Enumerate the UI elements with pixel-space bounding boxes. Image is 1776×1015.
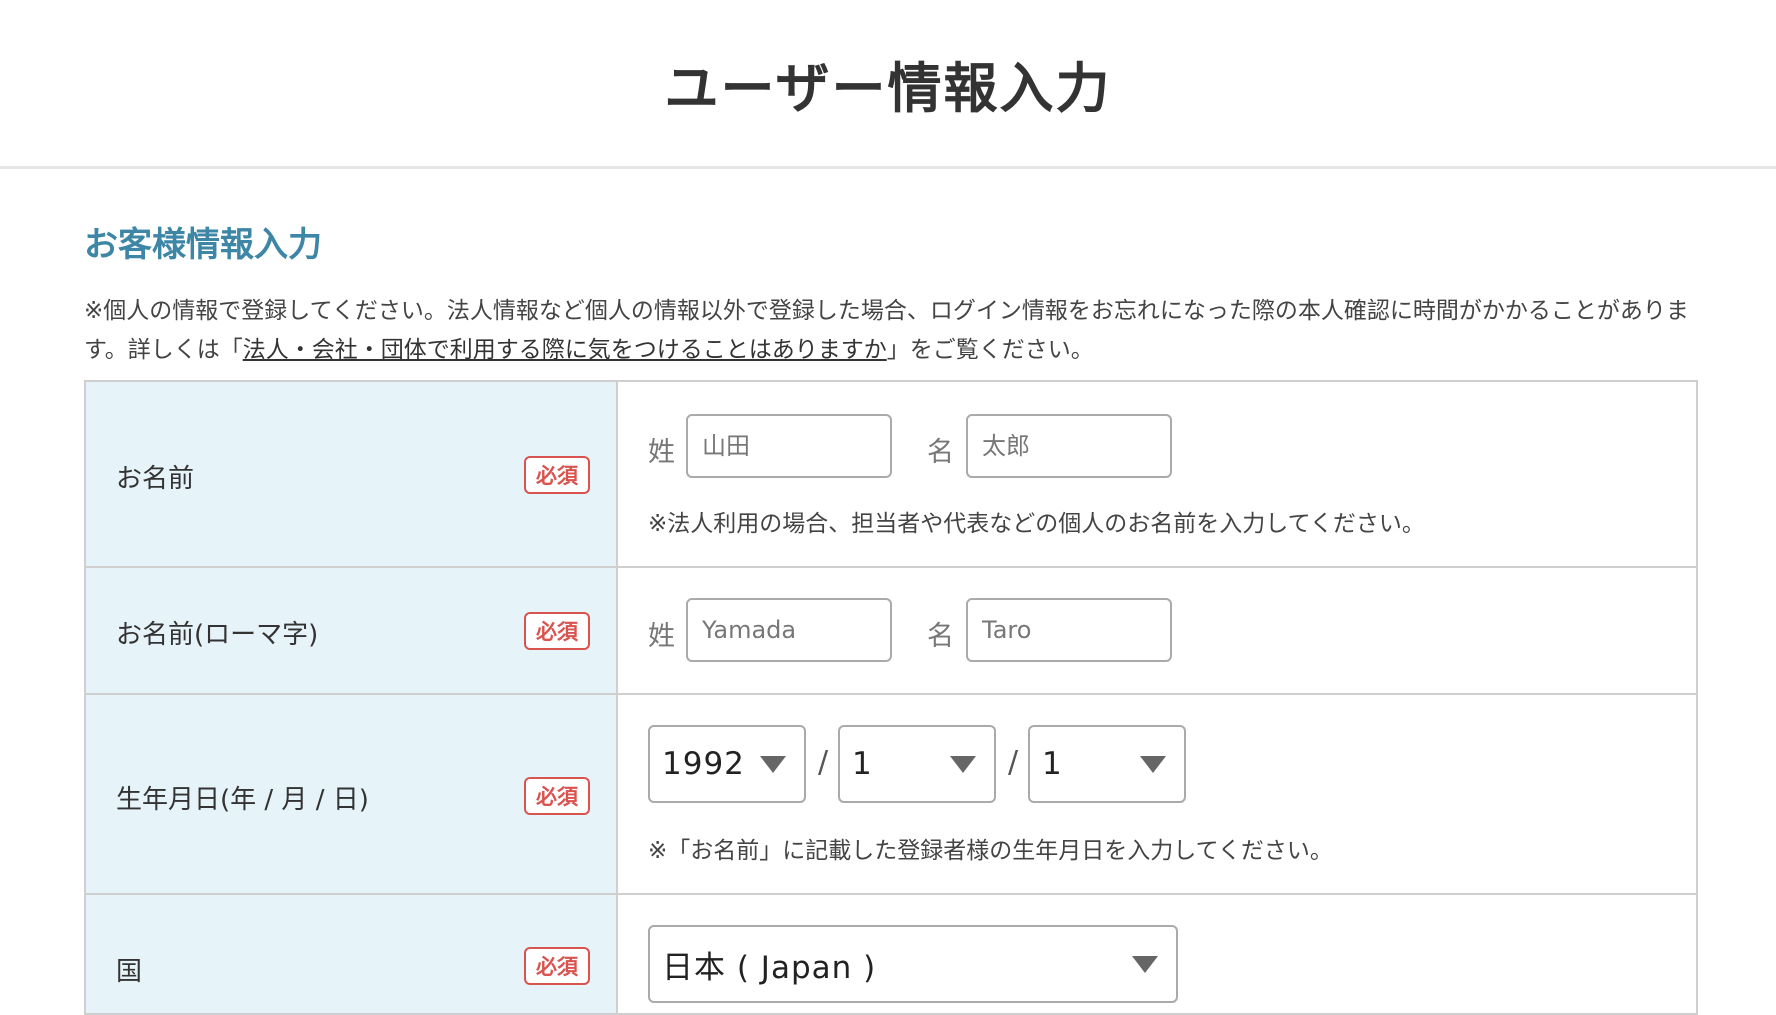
first-name-roman-input[interactable] [966,598,1172,662]
roman-name-input-cell: 姓 名 [616,566,1698,695]
first-name-label: 名 [927,437,954,468]
birth-day-select[interactable]: 1 [1028,725,1186,803]
name-input-cell: 姓 名 ※法人利用の場合、担当者や代表などの個人のお名前を入力してください。 [616,380,1698,568]
birthdate-hint: ※「お名前」に記載した登録者様の生年月日を入力してください。 [648,838,1333,864]
notice-line2-suffix: 」をご覧ください。 [886,337,1094,363]
roman-name-row: お名前(ローマ字) 必須 姓 名 [84,566,1698,695]
required-badge: 必須 [524,947,590,985]
name-label: お名前 [116,464,195,494]
country-input-cell: 日本 ( Japan ) [616,893,1698,1015]
chevron-down-icon [760,756,786,773]
required-badge: 必須 [524,777,590,815]
page-header: ユーザー情報入力 [0,0,1776,169]
country-value: 日本 ( Japan ) [662,949,877,986]
page-title: ユーザー情報入力 [664,56,1112,120]
user-info-form-table: お名前 必須 姓 名 ※法人利用の場合、担当者や代表などの個人のお名前を入力して… [84,380,1698,1015]
name-label-cell: お名前 必須 [84,380,618,568]
name-row: お名前 必須 姓 名 ※法人利用の場合、担当者や代表などの個人のお名前を入力して… [84,380,1698,568]
chevron-down-icon [1132,956,1158,973]
chevron-down-icon [1140,756,1166,773]
birth-month-value: 1 [852,746,873,782]
country-row: 国 必須 日本 ( Japan ) [84,893,1698,1015]
section-title: お客様情報入力 [84,225,322,265]
country-label: 国 [116,957,143,987]
first-name-input[interactable] [966,414,1172,478]
last-name-input[interactable] [686,414,892,478]
birth-year-select[interactable]: 1992 [648,725,806,803]
birthdate-input-cell: 1992 / 1 / 1 ※「お名前」に記載した登録者様の生年月日を入力してくだ… [616,693,1698,895]
registration-notice: ※個人の情報で登録してください。法人情報など個人の情報以外で登録した場合、ログイ… [84,292,1704,370]
country-label-cell: 国 必須 [84,893,618,1015]
birth-day-value: 1 [1042,746,1063,782]
roman-name-label: お名前(ローマ字) [116,620,319,650]
required-badge: 必須 [524,612,590,650]
birthdate-label-cell: 生年月日(年 / 月 / 日) 必須 [84,693,618,895]
name-hint: ※法人利用の場合、担当者や代表などの個人のお名前を入力してください。 [648,511,1425,537]
birth-month-select[interactable]: 1 [838,725,996,803]
last-name-roman-input[interactable] [686,598,892,662]
last-name-roman-label: 姓 [648,621,675,652]
birth-year-value: 1992 [662,746,745,782]
birthdate-label: 生年月日(年 / 月 / 日) [116,785,369,815]
first-name-roman-label: 名 [927,621,954,652]
date-separator: / [1008,745,1019,780]
main-content: お客様情報入力 ※個人の情報で登録してください。法人情報など個人の情報以外で登録… [0,217,1776,370]
country-select[interactable]: 日本 ( Japan ) [648,925,1178,1003]
corporate-usage-help-link[interactable]: 法人・会社・団体で利用する際に気をつけることはありますか [243,337,887,363]
chevron-down-icon [950,756,976,773]
notice-line1: ※個人の情報で登録してください。法人情報など個人の情報以外で登録した場合、ログイ… [84,298,1597,324]
roman-name-label-cell: お名前(ローマ字) 必須 [84,566,618,695]
required-badge: 必須 [524,456,590,494]
last-name-label: 姓 [648,437,675,468]
birthdate-row: 生年月日(年 / 月 / 日) 必須 1992 / 1 / 1 ※「お名前」に記… [84,693,1698,895]
date-separator: / [818,745,829,780]
